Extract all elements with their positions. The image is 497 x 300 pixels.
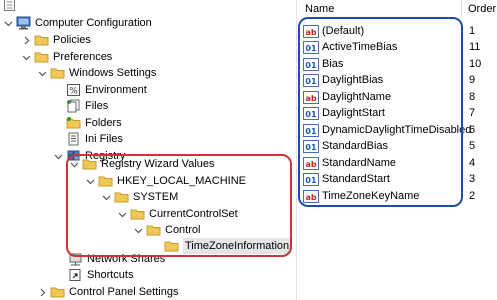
shortcut-icon xyxy=(68,268,83,282)
tree-item-files[interactable]: Files xyxy=(66,98,108,114)
computer-icon xyxy=(16,16,31,30)
highlight-callout-tree xyxy=(66,154,292,257)
column-header-order[interactable]: Order xyxy=(468,0,496,18)
tree-item-label: Computer Configuration xyxy=(35,17,152,29)
list-item-order: 9 xyxy=(469,74,476,86)
list-item-order: 2 xyxy=(469,190,476,202)
list-item-order: 3 xyxy=(469,173,476,185)
column-header-name[interactable]: Name xyxy=(305,0,334,18)
list-item-order: 10 xyxy=(469,58,482,70)
tree-item-ini-files[interactable]: Ini Files xyxy=(66,131,123,147)
list-item-order: 1 xyxy=(469,25,476,37)
tree-item-preferences[interactable]: Preferences xyxy=(21,49,112,65)
ini-file-icon xyxy=(66,132,81,146)
tree-item-label: Files xyxy=(85,100,109,112)
environment-icon: % xyxy=(66,83,81,97)
chevron-down-icon[interactable] xyxy=(3,18,13,28)
tree-item-label: Preferences xyxy=(53,51,113,63)
chevron-down-icon[interactable] xyxy=(37,68,47,78)
tree-item-label: Control Panel Settings xyxy=(69,286,179,298)
tree-item-control-panel-settings[interactable]: Control Panel Settings xyxy=(37,284,178,300)
chevron-right-icon[interactable] xyxy=(37,287,47,297)
tree-item-label: Ini Files xyxy=(85,133,123,145)
chevron-down-icon[interactable] xyxy=(21,52,31,62)
list-item-order: 7 xyxy=(469,107,476,119)
tree-item-environment[interactable]: % Environment xyxy=(66,82,147,98)
folder-icon xyxy=(50,285,65,299)
document-icon xyxy=(4,0,15,11)
column-divider[interactable] xyxy=(461,0,462,18)
tree-item-label: Folders xyxy=(85,117,122,129)
tree-item-label: Shortcuts xyxy=(87,269,134,281)
tree-item-label: Windows Settings xyxy=(69,67,157,79)
tree-item-shortcuts[interactable]: Shortcuts xyxy=(68,267,133,283)
svg-text:%: % xyxy=(69,87,78,97)
list-item-order: 11 xyxy=(469,41,481,53)
list-item-order: 6 xyxy=(469,124,476,136)
folder-icon xyxy=(34,33,49,47)
list-item-order: 5 xyxy=(469,140,476,152)
chevron-right-icon[interactable] xyxy=(21,35,31,45)
list-item-order: 8 xyxy=(469,91,476,103)
list-item-order: 4 xyxy=(469,157,476,169)
tree-item-windows-settings[interactable]: Windows Settings xyxy=(37,65,156,81)
tree-pane: Computer Configuration Policies Preferen… xyxy=(0,0,296,300)
folder-icon xyxy=(50,66,65,80)
tree-item-label: Environment xyxy=(85,84,147,96)
chevron-down-icon[interactable] xyxy=(53,151,63,161)
tree-item-folders[interactable]: Folders xyxy=(66,115,122,131)
folder-icon xyxy=(34,50,49,64)
tree-item-label: Policies xyxy=(53,34,91,46)
folder-icon xyxy=(66,116,81,130)
files-icon xyxy=(66,99,81,113)
tree-item-policies[interactable]: Policies xyxy=(21,32,91,48)
tree-item-computer-configuration[interactable]: Computer Configuration xyxy=(3,15,152,31)
highlight-callout-values xyxy=(298,17,463,207)
